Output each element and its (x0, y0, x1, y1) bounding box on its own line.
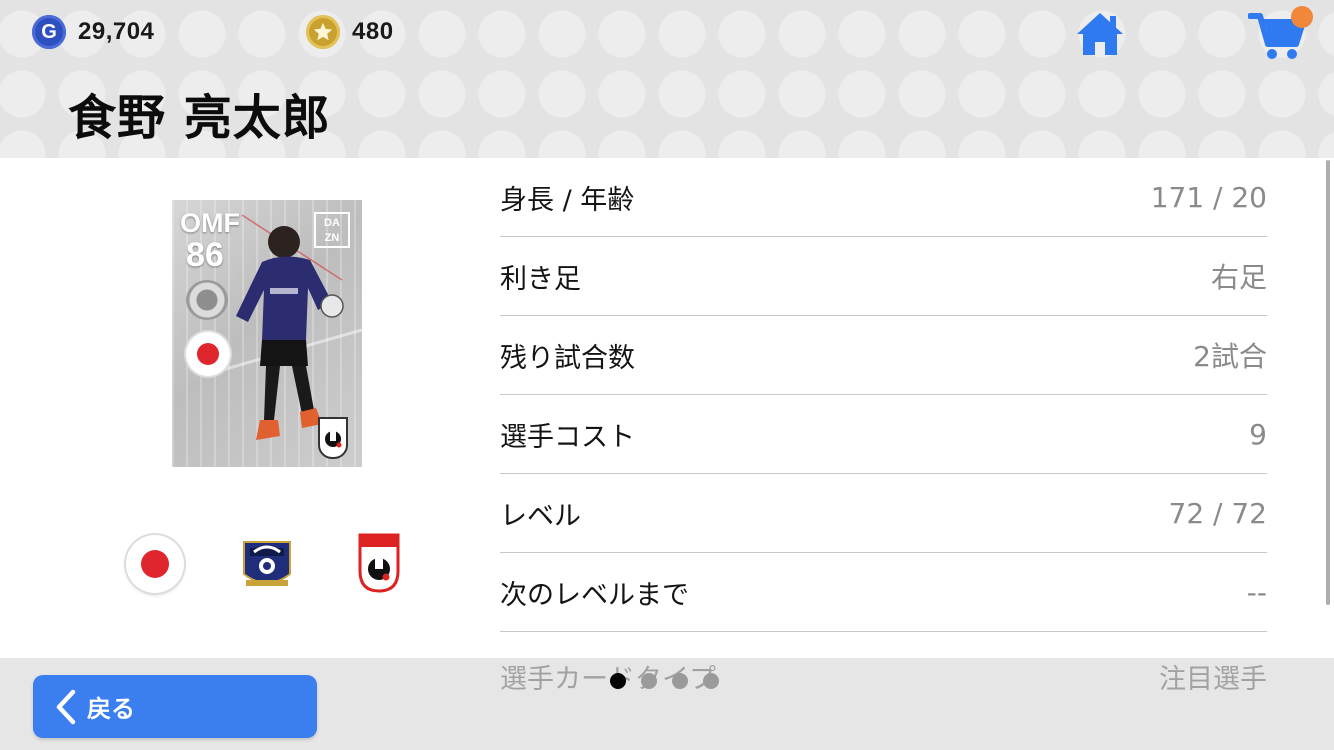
info-row-next-level: 次のレベルまで -- (500, 553, 1267, 632)
info-label: レベル (500, 500, 581, 532)
info-label: 利き足 (500, 263, 581, 295)
info-label: 選手コスト (500, 421, 635, 453)
page-dot-active[interactable] (610, 673, 626, 689)
info-value: 右足 (1210, 261, 1267, 294)
league-logo-icon (318, 417, 348, 459)
info-row-remaining-matches: 残り試合数 2試合 (500, 316, 1267, 395)
gp-balance: G 29,704 (32, 14, 154, 50)
club-emblem-icon (186, 280, 228, 320)
page-dot[interactable] (641, 673, 657, 689)
coin-value: 480 (352, 18, 394, 45)
header-bar: G 29,704 480 食野 亮太郎 (0, 0, 1334, 158)
card-broadcaster-logo: DA ZN (314, 212, 350, 248)
info-label: 残り試合数 (500, 342, 635, 374)
nationality-flag-icon (126, 535, 184, 593)
info-value: 72 / 72 (1168, 496, 1268, 530)
info-row-level: レベル 72 / 72 (500, 474, 1267, 553)
card-rating: 86 (186, 236, 224, 274)
cart-notification-dot (1291, 6, 1313, 28)
info-label: 身長 / 年齢 (500, 184, 635, 216)
page-indicator (610, 673, 719, 689)
info-value: -- (1246, 575, 1267, 609)
page-dot[interactable] (672, 673, 688, 689)
back-button-label: 戻る (87, 695, 135, 723)
gp-value: 29,704 (78, 18, 155, 45)
info-value: 171 / 20 (1150, 180, 1267, 214)
info-value: 注目選手 (1159, 663, 1267, 695)
info-row-dominant-foot: 利き足 右足 (500, 237, 1267, 316)
player-name: 食野 亮太郎 (68, 90, 331, 146)
gp-icon: G (32, 15, 66, 49)
player-card[interactable]: OMF 86 DA ZN (172, 200, 362, 467)
league-emblem-icon (358, 533, 400, 593)
info-row-player-cost: 選手コスト 9 (500, 395, 1267, 474)
broadcaster-line-1: DA (324, 217, 340, 229)
card-position: OMF (180, 208, 240, 238)
info-label: 次のレベルまで (500, 579, 689, 611)
info-value: 9 (1249, 417, 1267, 451)
coin-icon (306, 15, 340, 49)
chevron-left-icon (56, 689, 76, 724)
club-emblem-icon (238, 534, 296, 594)
info-value: 2試合 (1193, 340, 1267, 373)
japan-flag-icon (186, 332, 230, 376)
back-button[interactable]: 戻る (33, 675, 317, 738)
page-dot[interactable] (703, 673, 719, 689)
player-info-list[interactable]: 身長 / 年齢 171 / 20 利き足 右足 残り試合数 2試合 選手コスト … (500, 158, 1267, 632)
home-button[interactable] (1074, 10, 1126, 58)
scrollbar[interactable] (1326, 160, 1330, 605)
info-row-height-age: 身長 / 年齢 171 / 20 (500, 158, 1267, 237)
home-icon (1077, 13, 1123, 55)
coin-balance: 480 (306, 14, 394, 50)
broadcaster-line-2: ZN (324, 232, 340, 244)
